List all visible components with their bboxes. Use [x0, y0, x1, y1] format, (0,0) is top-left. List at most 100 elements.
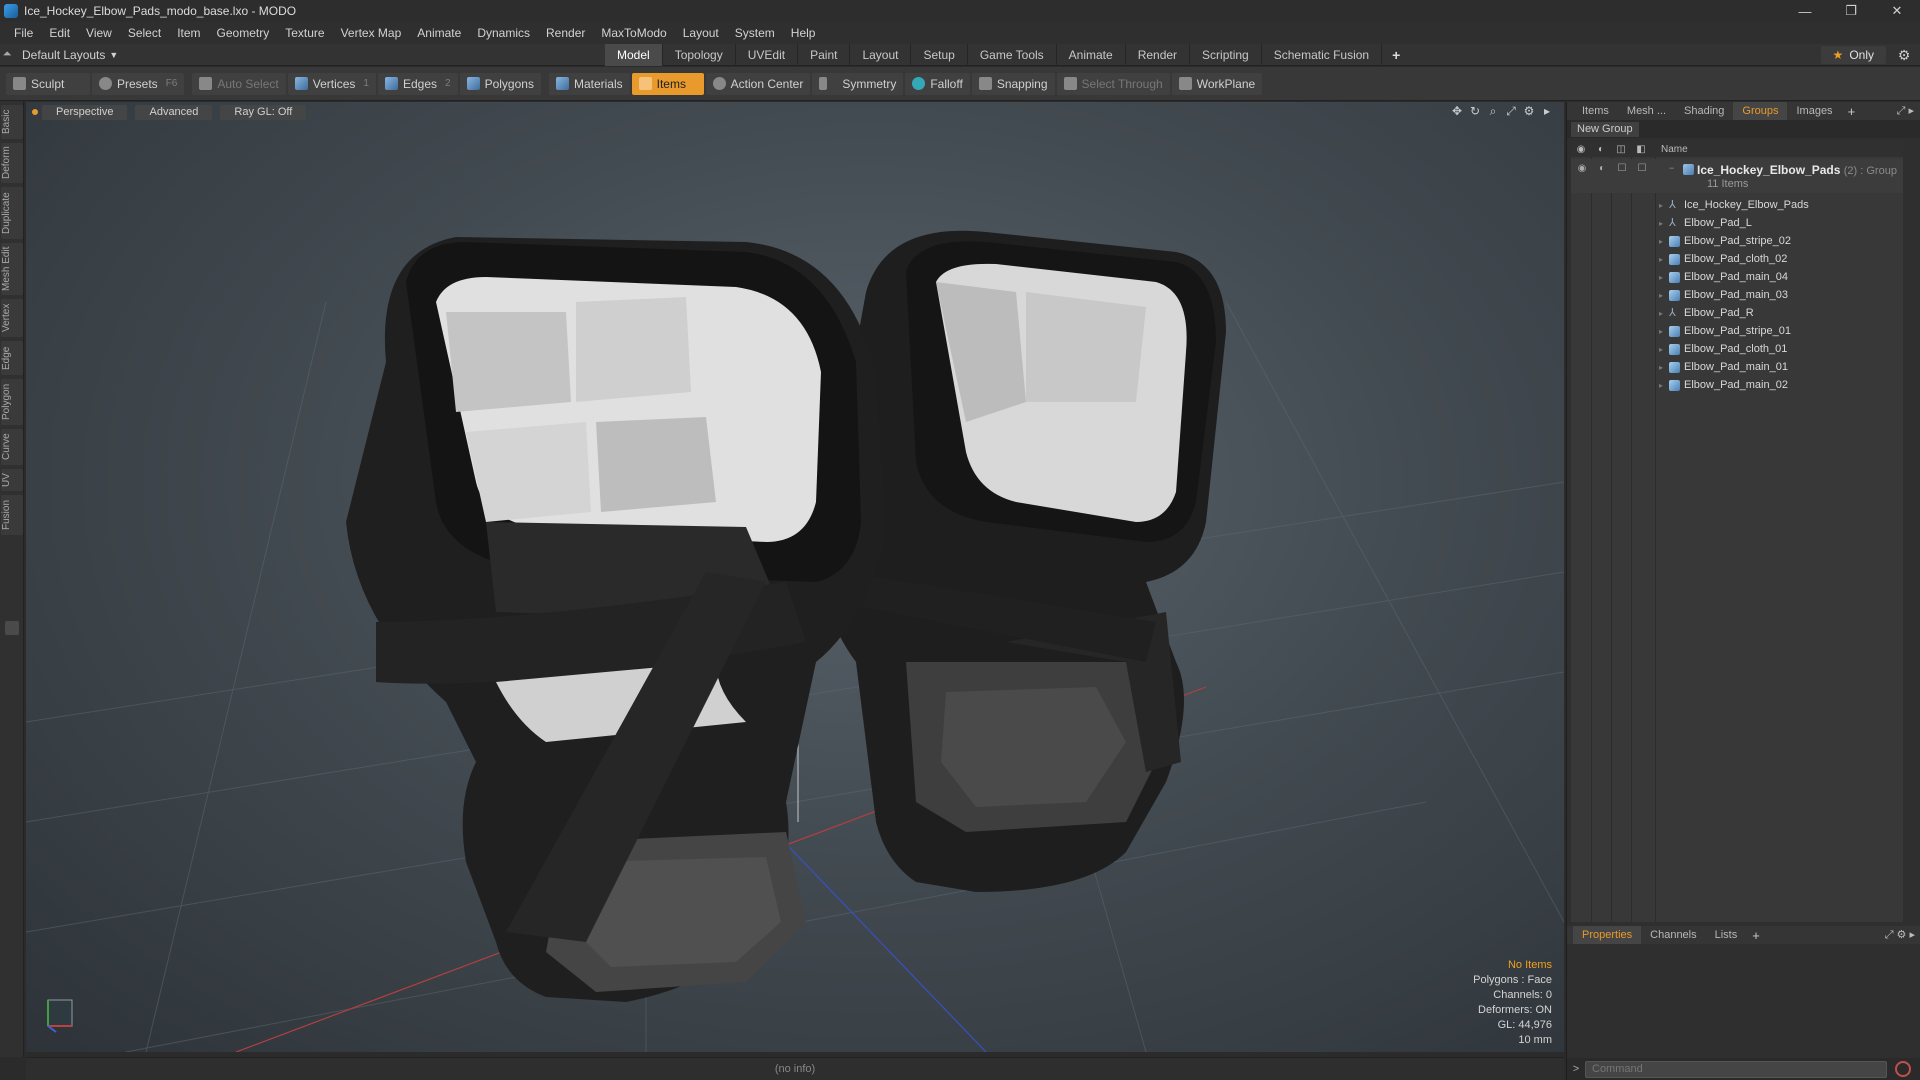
menu-animate[interactable]: Animate [409, 22, 469, 44]
materials-button[interactable]: Materials [548, 72, 630, 95]
render-toggle-icon[interactable]: ◐ [1595, 163, 1609, 177]
edges-button[interactable]: Edges 2 [377, 72, 458, 95]
group-row[interactable]: ◉ ◐ ☐ ☐ − Ice_Hockey_Elbow_Pads (2) : Gr… [1571, 159, 1903, 193]
items-button[interactable]: Items [631, 72, 704, 95]
select-through-button[interactable]: Select Through [1056, 72, 1170, 95]
presets-button[interactable]: Presets F6 [92, 72, 185, 95]
gear-icon[interactable]: ⚙ [1896, 47, 1912, 63]
visibility-column-icon[interactable]: ◉ [1571, 144, 1591, 155]
menu-maxtomodo[interactable]: MaxToModo [593, 22, 674, 44]
viewport-settings-icon[interactable]: ⚙ [1520, 104, 1538, 120]
shading-mode-button[interactable]: Advanced [135, 104, 213, 120]
list-item[interactable]: ▸ Elbow_Pad_cloth_01 [1655, 340, 1903, 358]
maximize-button[interactable]: ❐ [1828, 0, 1874, 22]
menu-render[interactable]: Render [538, 22, 593, 44]
list-item[interactable]: ▸ Elbow_Pad_main_03 [1655, 286, 1903, 304]
list-item[interactable]: ▸ Elbow_Pad_main_02 [1655, 376, 1903, 394]
tab-model[interactable]: Model [605, 44, 663, 66]
list-item[interactable]: ▸ Elbow_Pad_stripe_02 [1655, 232, 1903, 250]
select-column-icon[interactable]: ◧ [1631, 144, 1651, 155]
add-properties-tab-button[interactable]: + [1746, 928, 1766, 943]
tab-groups[interactable]: Groups [1733, 102, 1788, 120]
tab-shading[interactable]: Shading [1675, 102, 1733, 120]
viewport-menu-icon[interactable]: ▸ [1538, 104, 1556, 120]
left-tab-polygon[interactable]: Polygon [1, 379, 23, 425]
list-item[interactable]: ▸ Elbow_Pad_main_04 [1655, 268, 1903, 286]
add-tab-button[interactable]: + [1382, 44, 1410, 66]
list-item[interactable]: ▸ ⅄ Elbow_Pad_R [1655, 304, 1903, 322]
workplane-button[interactable]: WorkPlane [1171, 72, 1263, 95]
close-button[interactable]: ✕ [1874, 0, 1920, 22]
tab-topology[interactable]: Topology [663, 44, 736, 66]
rotate-icon[interactable]: ↻ [1466, 104, 1484, 120]
layout-pin-icon[interactable]: ⏶ [0, 48, 14, 61]
menu-vertex-map[interactable]: Vertex Map [333, 22, 410, 44]
left-tab-uv[interactable]: UV [1, 469, 23, 491]
polygons-button[interactable]: Polygons [459, 72, 541, 95]
tab-images[interactable]: Images [1787, 102, 1841, 120]
minimize-button[interactable]: — [1782, 0, 1828, 22]
menu-view[interactable]: View [78, 22, 120, 44]
list-item[interactable]: ▸ ⅄ Ice_Hockey_Elbow_Pads [1655, 196, 1903, 214]
tab-properties[interactable]: Properties [1573, 926, 1642, 944]
eye-icon[interactable]: ◉ [1575, 163, 1589, 177]
left-tab-curve[interactable]: Curve [1, 429, 23, 465]
tab-paint[interactable]: Paint [798, 44, 851, 66]
tab-schematic-fusion[interactable]: Schematic Fusion [1262, 44, 1383, 66]
left-tab-fusion[interactable]: Fusion [1, 495, 23, 535]
collapse-icon[interactable]: − [1669, 163, 1674, 173]
action-center-button[interactable]: Action Center [705, 72, 811, 95]
menu-help[interactable]: Help [783, 22, 824, 44]
auto-select-button[interactable]: Auto Select [192, 72, 286, 95]
list-item[interactable]: ▸ Elbow_Pad_main_01 [1655, 358, 1903, 376]
left-tab-mesh-edit[interactable]: Mesh Edit [1, 243, 23, 295]
sculpt-button[interactable]: Sculpt [6, 72, 90, 95]
layout-dropdown[interactable]: Default Layouts ▼ [22, 48, 118, 62]
falloff-button[interactable]: Falloff [905, 72, 970, 95]
raygl-button[interactable]: Ray GL: Off [220, 104, 307, 120]
list-item[interactable]: ▸ Elbow_Pad_stripe_01 [1655, 322, 1903, 340]
left-tab-edge[interactable]: Edge [1, 341, 23, 375]
tab-uvedit[interactable]: UVEdit [736, 44, 799, 66]
menu-dynamics[interactable]: Dynamics [469, 22, 538, 44]
tab-mesh[interactable]: Mesh ... [1618, 102, 1675, 120]
pan-icon[interactable]: ✥ [1448, 104, 1466, 120]
tab-setup[interactable]: Setup [911, 44, 968, 66]
tab-layout[interactable]: Layout [850, 44, 912, 66]
menu-geometry[interactable]: Geometry [209, 22, 278, 44]
command-input[interactable] [1585, 1060, 1887, 1078]
tab-channels[interactable]: Channels [1641, 926, 1705, 944]
lock-column-icon[interactable]: ◫ [1611, 144, 1631, 155]
list-item[interactable]: ▸ ⅄ Elbow_Pad_L [1655, 214, 1903, 232]
only-toggle[interactable]: ★ Only [1820, 46, 1886, 64]
lock-toggle-icon[interactable]: ☐ [1615, 163, 1629, 177]
view-mode-button[interactable]: Perspective [42, 104, 128, 120]
tab-scripting[interactable]: Scripting [1190, 44, 1262, 66]
tab-render[interactable]: Render [1126, 44, 1191, 66]
zoom-icon[interactable]: ⌕ [1484, 104, 1502, 120]
tab-game-tools[interactable]: Game Tools [968, 44, 1057, 66]
left-tab-duplicate[interactable]: Duplicate [1, 187, 23, 239]
3d-viewport[interactable]: Perspective Advanced Ray GL: Off ✥ ↻ ⌕ ⤢… [26, 102, 1564, 1052]
tab-animate[interactable]: Animate [1057, 44, 1126, 66]
command-history-icon[interactable] [1895, 1061, 1911, 1077]
menu-select[interactable]: Select [120, 22, 169, 44]
render-column-icon[interactable]: ◐ [1591, 144, 1611, 155]
select-toggle-icon[interactable]: ☐ [1635, 163, 1649, 177]
menu-layout[interactable]: Layout [675, 22, 727, 44]
expand-panel-icon[interactable]: ⤢ ▸ [1897, 104, 1914, 118]
vertices-button[interactable]: Vertices 1 [287, 72, 376, 95]
name-column-header[interactable]: Name [1655, 144, 1688, 155]
menu-texture[interactable]: Texture [277, 22, 332, 44]
list-item[interactable]: ▸ Elbow_Pad_cloth_02 [1655, 250, 1903, 268]
symmetry-button[interactable]: Symmetry [812, 72, 904, 95]
menu-system[interactable]: System [727, 22, 783, 44]
left-panel-toggle[interactable] [5, 621, 19, 635]
left-tab-vertex[interactable]: Vertex [1, 299, 23, 337]
menu-item[interactable]: Item [169, 22, 208, 44]
fit-icon[interactable]: ⤢ [1502, 104, 1520, 120]
menu-edit[interactable]: Edit [41, 22, 78, 44]
tab-lists[interactable]: Lists [1706, 926, 1747, 944]
new-group-button[interactable]: New Group [1571, 121, 1639, 137]
add-panel-tab-button[interactable]: + [1842, 104, 1862, 119]
